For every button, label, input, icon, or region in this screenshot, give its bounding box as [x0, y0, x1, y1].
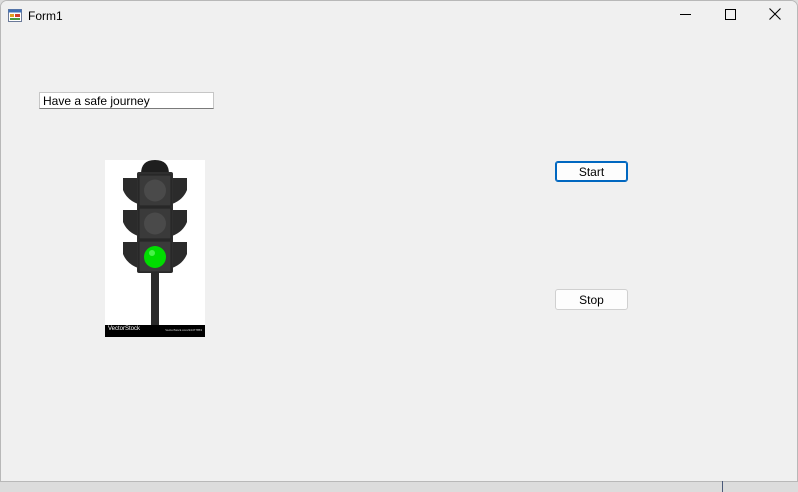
minimize-button[interactable] [662, 1, 708, 31]
stop-button[interactable]: Stop [555, 289, 628, 310]
window-title: Form1 [28, 9, 63, 23]
watermark-bar: VectorStock VectorStock.com/24477853 [105, 325, 205, 337]
close-icon [769, 7, 781, 25]
desktop-background-edge [722, 481, 723, 492]
traffic-light-image [123, 160, 187, 325]
watermark-url: VectorStock.com/24477853 [165, 328, 202, 332]
message-textbox[interactable]: Have a safe journey [39, 92, 214, 109]
title-bar[interactable]: Form1 [1, 1, 797, 31]
maximize-button[interactable] [707, 1, 753, 31]
close-button[interactable] [752, 1, 797, 31]
watermark-text: VectorStock [108, 326, 141, 332]
yellow-light-off [144, 212, 166, 235]
form1-window: Form1 Have a safe journey VectorStock Ve… [0, 0, 798, 482]
start-button[interactable]: Start [555, 161, 628, 182]
minimize-icon [679, 7, 691, 25]
app-icon[interactable] [8, 9, 22, 22]
maximize-icon [724, 7, 736, 25]
traffic-light-picturebox: VectorStock VectorStock.com/24477853 [105, 160, 205, 337]
green-light-on [144, 246, 166, 268]
red-light-off [144, 179, 166, 202]
